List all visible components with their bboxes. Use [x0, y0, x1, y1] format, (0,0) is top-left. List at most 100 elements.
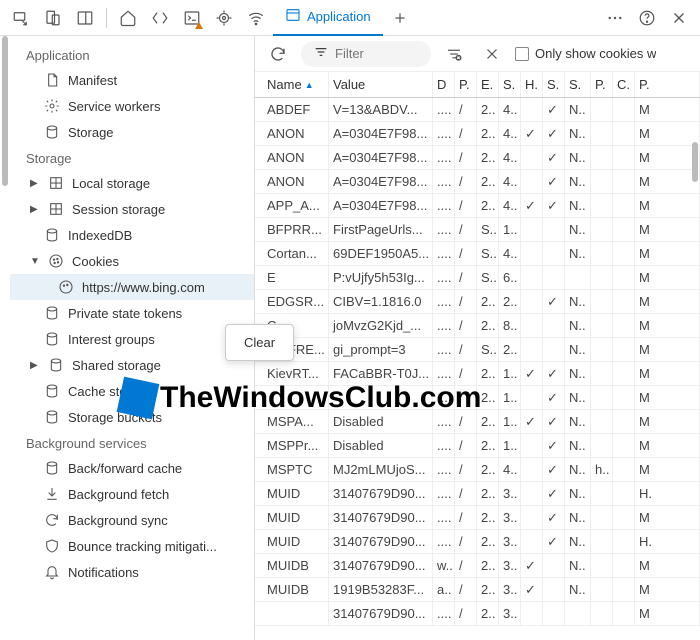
filter-input[interactable]: [335, 46, 415, 61]
table-row[interactable]: ..../2..1..✓N..M: [255, 386, 700, 410]
sidebar-item-bounce-tracking[interactable]: Bounce tracking mitigati...: [10, 533, 254, 559]
cell: /: [455, 458, 477, 481]
col-h[interactable]: H.: [521, 72, 543, 97]
device-icon[interactable]: [38, 3, 68, 33]
table-row[interactable]: MSPPr...Disabled..../2..1..✓N..M: [255, 434, 700, 458]
sidebar-item-bf-cache[interactable]: Back/forward cache: [10, 455, 254, 481]
cell: 2..: [477, 290, 499, 313]
cell: N..: [565, 458, 591, 481]
collapse-icon[interactable]: ▼: [30, 256, 40, 267]
console-icon[interactable]: [177, 3, 207, 33]
table-row[interactable]: BFPRR...FirstPageUrls......./S..1..N..M: [255, 218, 700, 242]
table-row[interactable]: MSPTCMJ2mLMUjoS......./2..4..✓N..h..M: [255, 458, 700, 482]
left-scrollbar-track[interactable]: [0, 36, 10, 640]
col-s3[interactable]: S.: [565, 72, 591, 97]
context-clear[interactable]: Clear: [226, 329, 293, 356]
table-row[interactable]: GI_FRE...gi_prompt=3..../S..2..N..M: [255, 338, 700, 362]
table-row[interactable]: MUIDB31407679D90...w../2..3..✓N..M: [255, 554, 700, 578]
cell: [565, 602, 591, 625]
cell: S..: [477, 338, 499, 361]
elements-icon[interactable]: [145, 3, 175, 33]
table-row[interactable]: EP:vUjfy5h53Ig......./S..6..M: [255, 266, 700, 290]
network-icon[interactable]: [241, 3, 271, 33]
dock-icon[interactable]: [70, 3, 100, 33]
only-cookies-checkbox[interactable]: Only show cookies w: [515, 46, 656, 61]
home-icon[interactable]: [113, 3, 143, 33]
sidebar-item-bg-sync[interactable]: Background sync: [10, 507, 254, 533]
col-p[interactable]: P.: [455, 72, 477, 97]
cell: A=0304E7F98...: [329, 170, 433, 193]
sidebar-item-notifications[interactable]: Notifications: [10, 559, 254, 585]
cell: [613, 266, 635, 289]
cell: N..: [565, 146, 591, 169]
sidebar-item-storage[interactable]: Storage: [10, 119, 254, 145]
col-c[interactable]: C.: [613, 72, 635, 97]
sidebar-item-private-state-tokens[interactable]: Private state tokens: [10, 300, 254, 326]
sidebar-item-manifest[interactable]: Manifest: [10, 67, 254, 93]
delete-icon[interactable]: [477, 39, 507, 69]
inspect-icon[interactable]: [6, 3, 36, 33]
expand-icon[interactable]: ▶: [30, 360, 40, 371]
table-row[interactable]: ANONA=0304E7F98......./2..4..✓N..M: [255, 170, 700, 194]
sidebar-item-interest-groups[interactable]: Interest groups: [10, 326, 254, 352]
cell: ....: [433, 338, 455, 361]
table-row[interactable]: CjoMvzG2Kjd_......./2..8..N..M: [255, 314, 700, 338]
add-tab-button[interactable]: [385, 10, 415, 26]
sidebar-item-cookie-origin[interactable]: https://www.bing.com: [10, 274, 254, 300]
sidebar-item-indexeddb[interactable]: IndexedDB: [10, 222, 254, 248]
tab-application[interactable]: Application: [273, 0, 383, 36]
sidebar-item-cookies[interactable]: ▼Cookies: [10, 248, 254, 274]
sidebar-item-storage-buckets[interactable]: Storage buckets: [10, 404, 254, 430]
cell: 1..: [499, 218, 521, 241]
sidebar-item-service-workers[interactable]: Service workers: [10, 93, 254, 119]
cell: Disabled: [329, 410, 433, 433]
cell: ✓: [543, 434, 565, 457]
cell: M: [635, 386, 700, 409]
close-devtools-icon[interactable]: [664, 3, 694, 33]
col-s2[interactable]: S.: [543, 72, 565, 97]
sidebar-item-cache-storage[interactable]: Cache storage: [10, 378, 254, 404]
col-p2[interactable]: P.: [591, 72, 613, 97]
col-value[interactable]: Value: [329, 72, 433, 97]
expand-icon[interactable]: ▶: [30, 204, 40, 215]
right-scrollbar-thumb[interactable]: [692, 142, 698, 182]
col-e[interactable]: E.: [477, 72, 499, 97]
col-d[interactable]: D: [433, 72, 455, 97]
col-p3[interactable]: P.: [635, 72, 700, 97]
table-row[interactable]: MUID31407679D90......./2..3..✓N..H.: [255, 482, 700, 506]
table-row[interactable]: ANONA=0304E7F98......./2..4..✓N..M: [255, 146, 700, 170]
left-scrollbar-thumb[interactable]: [2, 36, 8, 186]
sidebar-item-session-storage[interactable]: ▶Session storage: [10, 196, 254, 222]
refresh-icon[interactable]: [263, 39, 293, 69]
filter-input-wrapper[interactable]: [301, 41, 431, 67]
sidebar-item-bg-fetch[interactable]: Background fetch: [10, 481, 254, 507]
sidebar-item-shared-storage[interactable]: ▶Shared storage: [10, 352, 254, 378]
table-row[interactable]: 31407679D90......./2..3..M: [255, 602, 700, 626]
table-row[interactable]: APP_A...A=0304E7F98......./2..4..✓✓N..M: [255, 194, 700, 218]
cell: ....: [433, 122, 455, 145]
table-row[interactable]: Cortan...69DEF1950A5......./S..4..N..M: [255, 242, 700, 266]
table-row[interactable]: MUID31407679D90......./2..3..✓N..M: [255, 506, 700, 530]
table-row[interactable]: EDGSR...CIBV=1.1816.0..../2..2..✓N..M: [255, 290, 700, 314]
table-row[interactable]: MUID31407679D90......./2..3..✓N..H.: [255, 530, 700, 554]
clear-filter-icon[interactable]: [439, 39, 469, 69]
sidebar-item-local-storage[interactable]: ▶Local storage: [10, 170, 254, 196]
expand-icon[interactable]: ▶: [30, 178, 40, 189]
main-area: Application Manifest Service workers Sto…: [10, 36, 700, 640]
cell: N..: [565, 410, 591, 433]
table-row[interactable]: KievRT...FACaBBR-T0J......./2..1..✓✓N..M: [255, 362, 700, 386]
table-row[interactable]: MSPA...Disabled..../2..1..✓✓N..M: [255, 410, 700, 434]
help-icon[interactable]: [632, 3, 662, 33]
col-name[interactable]: Name▲: [255, 72, 329, 97]
sources-icon[interactable]: [209, 3, 239, 33]
cell: 31407679D90...: [329, 482, 433, 505]
table-row[interactable]: MUIDB1919B53283F...a../2..3..✓N..M: [255, 578, 700, 602]
col-s[interactable]: S.: [499, 72, 521, 97]
table-row[interactable]: ABDEFV=13&ABDV......./2..4..✓N..M: [255, 98, 700, 122]
cell: M: [635, 266, 700, 289]
cell: [521, 530, 543, 553]
table-row[interactable]: ANONA=0304E7F98......./2..4..✓✓N..M: [255, 122, 700, 146]
checkbox-icon[interactable]: [515, 47, 529, 61]
more-icon[interactable]: [600, 3, 630, 33]
cell: M: [635, 194, 700, 217]
